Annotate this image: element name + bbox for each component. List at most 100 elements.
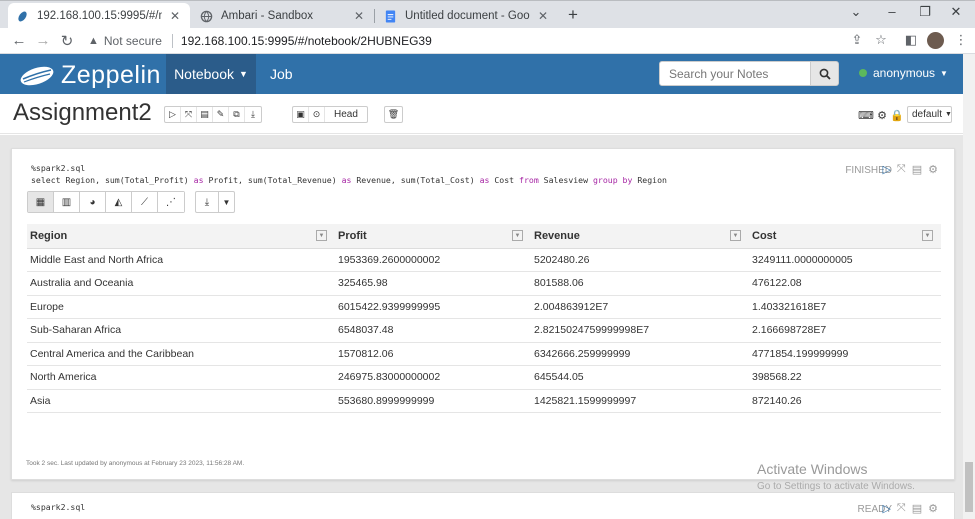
commit-icon[interactable]: ⊙: [309, 107, 325, 122]
bookmark-star-icon[interactable]: ☆: [872, 32, 890, 48]
paragraph-2: %spark2.sql READY ▷ ⤧ ▤ ⚙: [11, 492, 955, 519]
paragraph-directive[interactable]: %spark2.sql: [31, 163, 85, 173]
paragraph-controls: ▷ ⤧ ▤ ⚙: [882, 163, 938, 176]
toggle-output-icon[interactable]: ▤: [912, 163, 922, 176]
table-cell: Europe: [27, 295, 335, 319]
search-notes-input[interactable]: [659, 61, 811, 86]
show-hide-output-icon[interactable]: ▤: [197, 107, 213, 122]
side-panel-icon[interactable]: ◧: [902, 32, 920, 48]
scrollbar-thumb[interactable]: [965, 462, 973, 512]
column-menu-icon[interactable]: ▼: [512, 230, 523, 241]
download-icon[interactable]: ⤓: [196, 192, 218, 212]
column-header-profit[interactable]: Profit ▼: [335, 224, 531, 249]
close-icon[interactable]: ✕: [168, 9, 182, 23]
area-chart-icon[interactable]: ◭: [106, 192, 132, 212]
column-header-revenue[interactable]: Revenue ▼: [531, 224, 749, 249]
trash-icon[interactable]: 🗑: [385, 107, 402, 122]
browser-tab-ambari[interactable]: Ambari - Sandbox ✕: [192, 3, 374, 29]
browser-menu-icon[interactable]: ⋮: [952, 32, 970, 48]
url-omnibox[interactable]: ▲ Not secure 192.168.100.15:9995/#/noteb…: [88, 31, 658, 51]
tab-label: Untitled document - Google Doc: [405, 10, 530, 22]
table-cell: 2.8215024759999998E7: [531, 318, 749, 343]
expand-icon[interactable]: ⤧: [897, 163, 906, 176]
search-button[interactable]: [810, 61, 839, 86]
table-row: Sub-Saharan Africa 6548037.48 2.82150247…: [27, 318, 941, 343]
clear-output-icon[interactable]: ✎: [213, 107, 229, 122]
table-cell: 1570812.06: [335, 342, 531, 366]
bar-chart-icon[interactable]: ▥: [54, 192, 80, 212]
lock-icon[interactable]: 🔒: [890, 109, 904, 122]
tab-label: 192.168.100.15:9995/#/notebook: [37, 10, 162, 22]
paragraph-directive[interactable]: %spark2.sql: [31, 502, 85, 512]
window-close-icon[interactable]: ✕: [946, 4, 966, 20]
share-icon[interactable]: ⇪: [848, 32, 866, 48]
table-cell: 645544.05: [531, 365, 749, 390]
table-cell: North America: [27, 365, 335, 390]
job-link[interactable]: Job: [270, 66, 293, 82]
browser-tab-google-docs[interactable]: Untitled document - Google Doc ✕: [376, 3, 558, 29]
notebook-title[interactable]: Assignment2: [13, 99, 152, 127]
line-chart-icon[interactable]: ⟋: [132, 192, 158, 212]
query-keyword: as: [193, 175, 204, 185]
profile-avatar[interactable]: [927, 32, 944, 49]
clone-notebook-icon[interactable]: ⧉: [229, 107, 245, 122]
column-header-label: Revenue: [534, 229, 580, 242]
column-header-region[interactable]: Region ▼: [27, 224, 335, 249]
new-tab-icon[interactable]: +: [563, 5, 583, 25]
table-row: Australia and Oceania 325465.98 801588.0…: [27, 271, 941, 296]
run-paragraph-icon[interactable]: ▷: [882, 163, 890, 176]
table-row: North America 246975.83000000002 645544.…: [27, 365, 941, 390]
gear-icon[interactable]: ⚙: [928, 163, 938, 176]
show-hide-code-icon[interactable]: ⤧: [181, 107, 197, 122]
page-scrollbar[interactable]: [963, 54, 975, 519]
interpreter-select[interactable]: default ▼: [907, 106, 952, 123]
caret-down-icon[interactable]: ▼: [218, 192, 234, 212]
head-revision-button[interactable]: Head: [325, 107, 367, 122]
zeppelin-navbar: Zeppelin Notebook ▼ Job anonymous ▼: [0, 54, 963, 94]
restore-icon[interactable]: ❐: [915, 4, 935, 20]
not-secure-label: Not secure: [103, 34, 162, 48]
expand-icon[interactable]: ⤧: [897, 502, 906, 515]
pie-chart-icon[interactable]: ◕: [80, 192, 106, 212]
table-view-icon[interactable]: ▦: [28, 192, 54, 212]
reload-icon[interactable]: ↻: [58, 32, 76, 50]
zeppelin-logo[interactable]: Zeppelin: [17, 61, 161, 90]
table-cell: 1.403321618E7: [749, 295, 941, 319]
browser-tab-zeppelin[interactable]: 192.168.100.15:9995/#/notebook ✕: [8, 3, 190, 29]
version-control-icon[interactable]: ▣: [293, 107, 309, 122]
tab-search-chevron-icon[interactable]: ⌄: [846, 4, 866, 20]
export-notebook-icon[interactable]: ⤓: [245, 107, 261, 122]
run-all-icon[interactable]: ▷: [165, 107, 181, 122]
column-header-label: Profit: [338, 229, 367, 242]
table-cell: 476122.08: [749, 271, 941, 296]
user-menu[interactable]: anonymous ▼: [859, 66, 948, 80]
minimize-icon[interactable]: –: [882, 4, 902, 19]
table-cell: 3249111.0000000005: [749, 248, 941, 272]
table-cell: Asia: [27, 389, 335, 413]
table-cell: 246975.83000000002: [335, 365, 531, 390]
run-paragraph-icon[interactable]: ▷: [882, 502, 890, 515]
column-menu-icon[interactable]: ▼: [730, 230, 741, 241]
notebook-menu[interactable]: Notebook ▼: [166, 54, 256, 94]
query-part: Salesview: [538, 175, 593, 185]
gear-icon[interactable]: ⚙: [875, 109, 889, 122]
table-row: Asia 553680.8999999999 1425821.159999999…: [27, 389, 941, 413]
close-icon[interactable]: ✕: [352, 9, 366, 23]
table-cell: 325465.98: [335, 271, 531, 296]
scatter-chart-icon[interactable]: ⋰: [158, 192, 184, 212]
forward-arrow-icon[interactable]: →: [34, 32, 52, 49]
gear-icon[interactable]: ⚙: [928, 502, 938, 515]
keyboard-shortcut-icon[interactable]: ⌨: [858, 109, 874, 122]
table-row: Central America and the Caribbean 157081…: [27, 342, 941, 366]
column-menu-icon[interactable]: ▼: [922, 230, 933, 241]
column-header-cost[interactable]: Cost ▼: [749, 224, 941, 249]
username: anonymous: [873, 66, 936, 80]
visualization-toolbar: ▦ ▥ ◕ ◭ ⟋ ⋰: [27, 191, 185, 213]
close-icon[interactable]: ✕: [536, 9, 550, 23]
tab-label: Ambari - Sandbox: [221, 10, 314, 22]
toggle-output-icon[interactable]: ▤: [912, 502, 922, 515]
back-arrow-icon[interactable]: ←: [10, 32, 28, 49]
query-keyword: group by: [592, 175, 633, 185]
paragraph-query[interactable]: select Region, sum(Total_Profit) as Prof…: [31, 175, 667, 185]
column-menu-icon[interactable]: ▼: [316, 230, 327, 241]
